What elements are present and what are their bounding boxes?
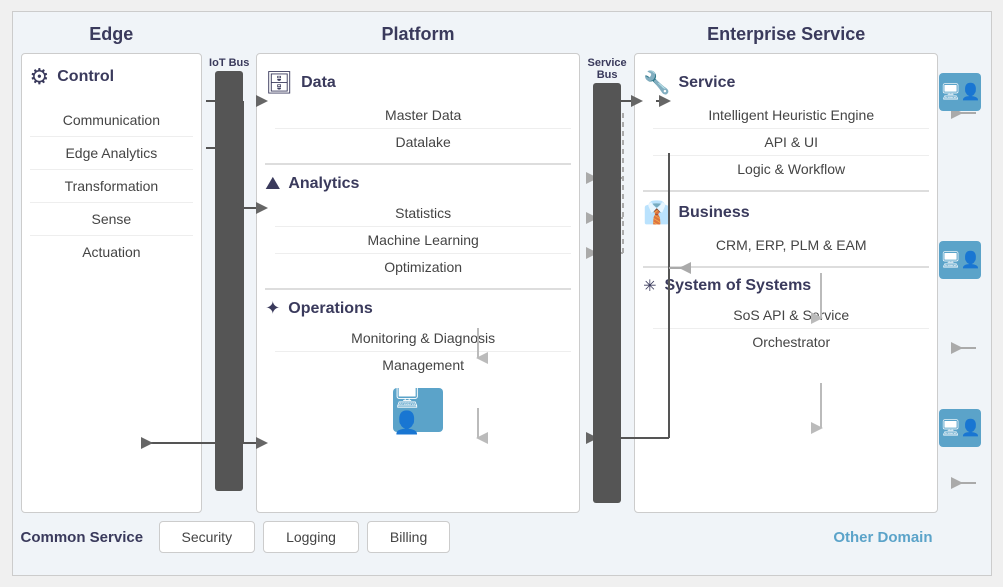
data-title: Data bbox=[301, 74, 336, 92]
control-title: Control bbox=[57, 68, 114, 86]
control-icon: ⚙ bbox=[30, 64, 50, 90]
list-item: API & UI bbox=[653, 129, 929, 156]
list-item: Communication bbox=[30, 104, 194, 137]
edge-column: ⚙ Control Communication Edge Analytics T… bbox=[21, 53, 203, 513]
sos-section-header: ✳ System of Systems bbox=[643, 276, 929, 296]
platform-header: Platform bbox=[256, 20, 580, 49]
list-item: Intelligent Heuristic Engine bbox=[653, 102, 929, 129]
enterprise-header: Enterprise Service bbox=[634, 20, 938, 49]
data-section-header: 🗄 Data bbox=[265, 70, 571, 96]
business-section-header: 👔 Business bbox=[643, 200, 929, 226]
iot-bus-column: IoT Bus bbox=[202, 53, 256, 513]
control-header: ⚙ Control bbox=[30, 64, 194, 90]
operations-title: Operations bbox=[288, 300, 372, 318]
main-content-area: ⚙ Control Communication Edge Analytics T… bbox=[21, 53, 983, 513]
section-divider bbox=[265, 163, 571, 165]
analytics-items-list: Statistics Machine Learning Optimization bbox=[265, 200, 571, 280]
enterprise-column: 🔧 Service Intelligent Heuristic Engine A… bbox=[634, 53, 938, 513]
data-items-list: Master Data Datalake bbox=[265, 102, 571, 155]
list-item: Management bbox=[275, 352, 571, 378]
operations-icon: ✦ bbox=[265, 298, 280, 319]
security-pill: Security bbox=[159, 521, 256, 553]
section-divider bbox=[643, 190, 929, 192]
business-icon: 👔 bbox=[643, 200, 670, 226]
sos-icon: ✳ bbox=[643, 276, 656, 296]
operations-user-icon: 🖥👤 bbox=[393, 388, 443, 432]
service-bus-label: Service Bus bbox=[580, 57, 634, 81]
operations-section-header: ✦ Operations bbox=[265, 298, 571, 319]
list-item: Actuation bbox=[30, 236, 194, 268]
sos-items-list: SoS API & Service Orchestrator bbox=[643, 302, 929, 355]
common-service-label: Common Service bbox=[21, 529, 151, 546]
analytics-section-header: ⛰ Analytics bbox=[265, 173, 571, 194]
business-items-list: CRM, ERP, PLM & EAM bbox=[643, 232, 929, 258]
list-item: Machine Learning bbox=[275, 227, 571, 254]
service-items-list: Intelligent Heuristic Engine API & UI Lo… bbox=[643, 102, 929, 182]
list-item: Monitoring & Diagnosis bbox=[275, 325, 571, 352]
bottom-row: Common Service Security Logging Billing … bbox=[21, 521, 983, 553]
sos-user-icon: 🖥👤 bbox=[939, 409, 981, 447]
operations-items-list: Monitoring & Diagnosis Management bbox=[265, 325, 571, 378]
list-item: Sense bbox=[30, 203, 194, 236]
business-title: Business bbox=[678, 204, 749, 222]
analytics-title: Analytics bbox=[288, 175, 359, 193]
list-item: Optimization bbox=[275, 254, 571, 280]
billing-pill: Billing bbox=[367, 521, 450, 553]
service-title: Service bbox=[678, 74, 735, 92]
list-item: Transformation bbox=[30, 170, 194, 203]
service-bus-block bbox=[593, 83, 621, 503]
logging-pill: Logging bbox=[263, 521, 359, 553]
iot-bus-block bbox=[215, 71, 243, 491]
service-bus-column: Service Bus bbox=[580, 53, 634, 513]
list-item: Logic & Workflow bbox=[653, 156, 929, 182]
diagram-wrapper: Edge Platform Enterprise Service bbox=[12, 11, 992, 576]
sos-title: System of Systems bbox=[664, 277, 811, 295]
service-icon: 🔧 bbox=[643, 70, 670, 96]
iot-bus-label: IoT Bus bbox=[209, 57, 249, 69]
list-item: Statistics bbox=[275, 200, 571, 227]
column-headers: Edge Platform Enterprise Service bbox=[21, 20, 983, 49]
data-icon: 🗄 bbox=[265, 70, 293, 96]
list-item: CRM, ERP, PLM & EAM bbox=[653, 232, 929, 258]
list-item: Orchestrator bbox=[653, 329, 929, 355]
other-domain-label: Other Domain bbox=[833, 529, 982, 546]
list-item: Master Data bbox=[275, 102, 571, 129]
section-divider bbox=[643, 266, 929, 268]
list-item: SoS API & Service bbox=[653, 302, 929, 329]
business-user-icon: 🖥👤 bbox=[939, 241, 981, 279]
platform-column: 🗄 Data Master Data Datalake ⛰ Analytics … bbox=[256, 53, 580, 513]
edge-items-list: Communication Edge Analytics Transformat… bbox=[30, 104, 194, 268]
service-section-header: 🔧 Service bbox=[643, 70, 929, 96]
service-user-icon: 🖥👤 bbox=[939, 73, 981, 111]
right-icons-column: 🖥👤 🖥👤 🖥👤 bbox=[938, 53, 982, 513]
list-item: Datalake bbox=[275, 129, 571, 155]
edge-header: Edge bbox=[21, 20, 203, 49]
section-divider bbox=[265, 288, 571, 290]
analytics-icon: ⛰ bbox=[265, 173, 280, 194]
list-item: Edge Analytics bbox=[30, 137, 194, 170]
